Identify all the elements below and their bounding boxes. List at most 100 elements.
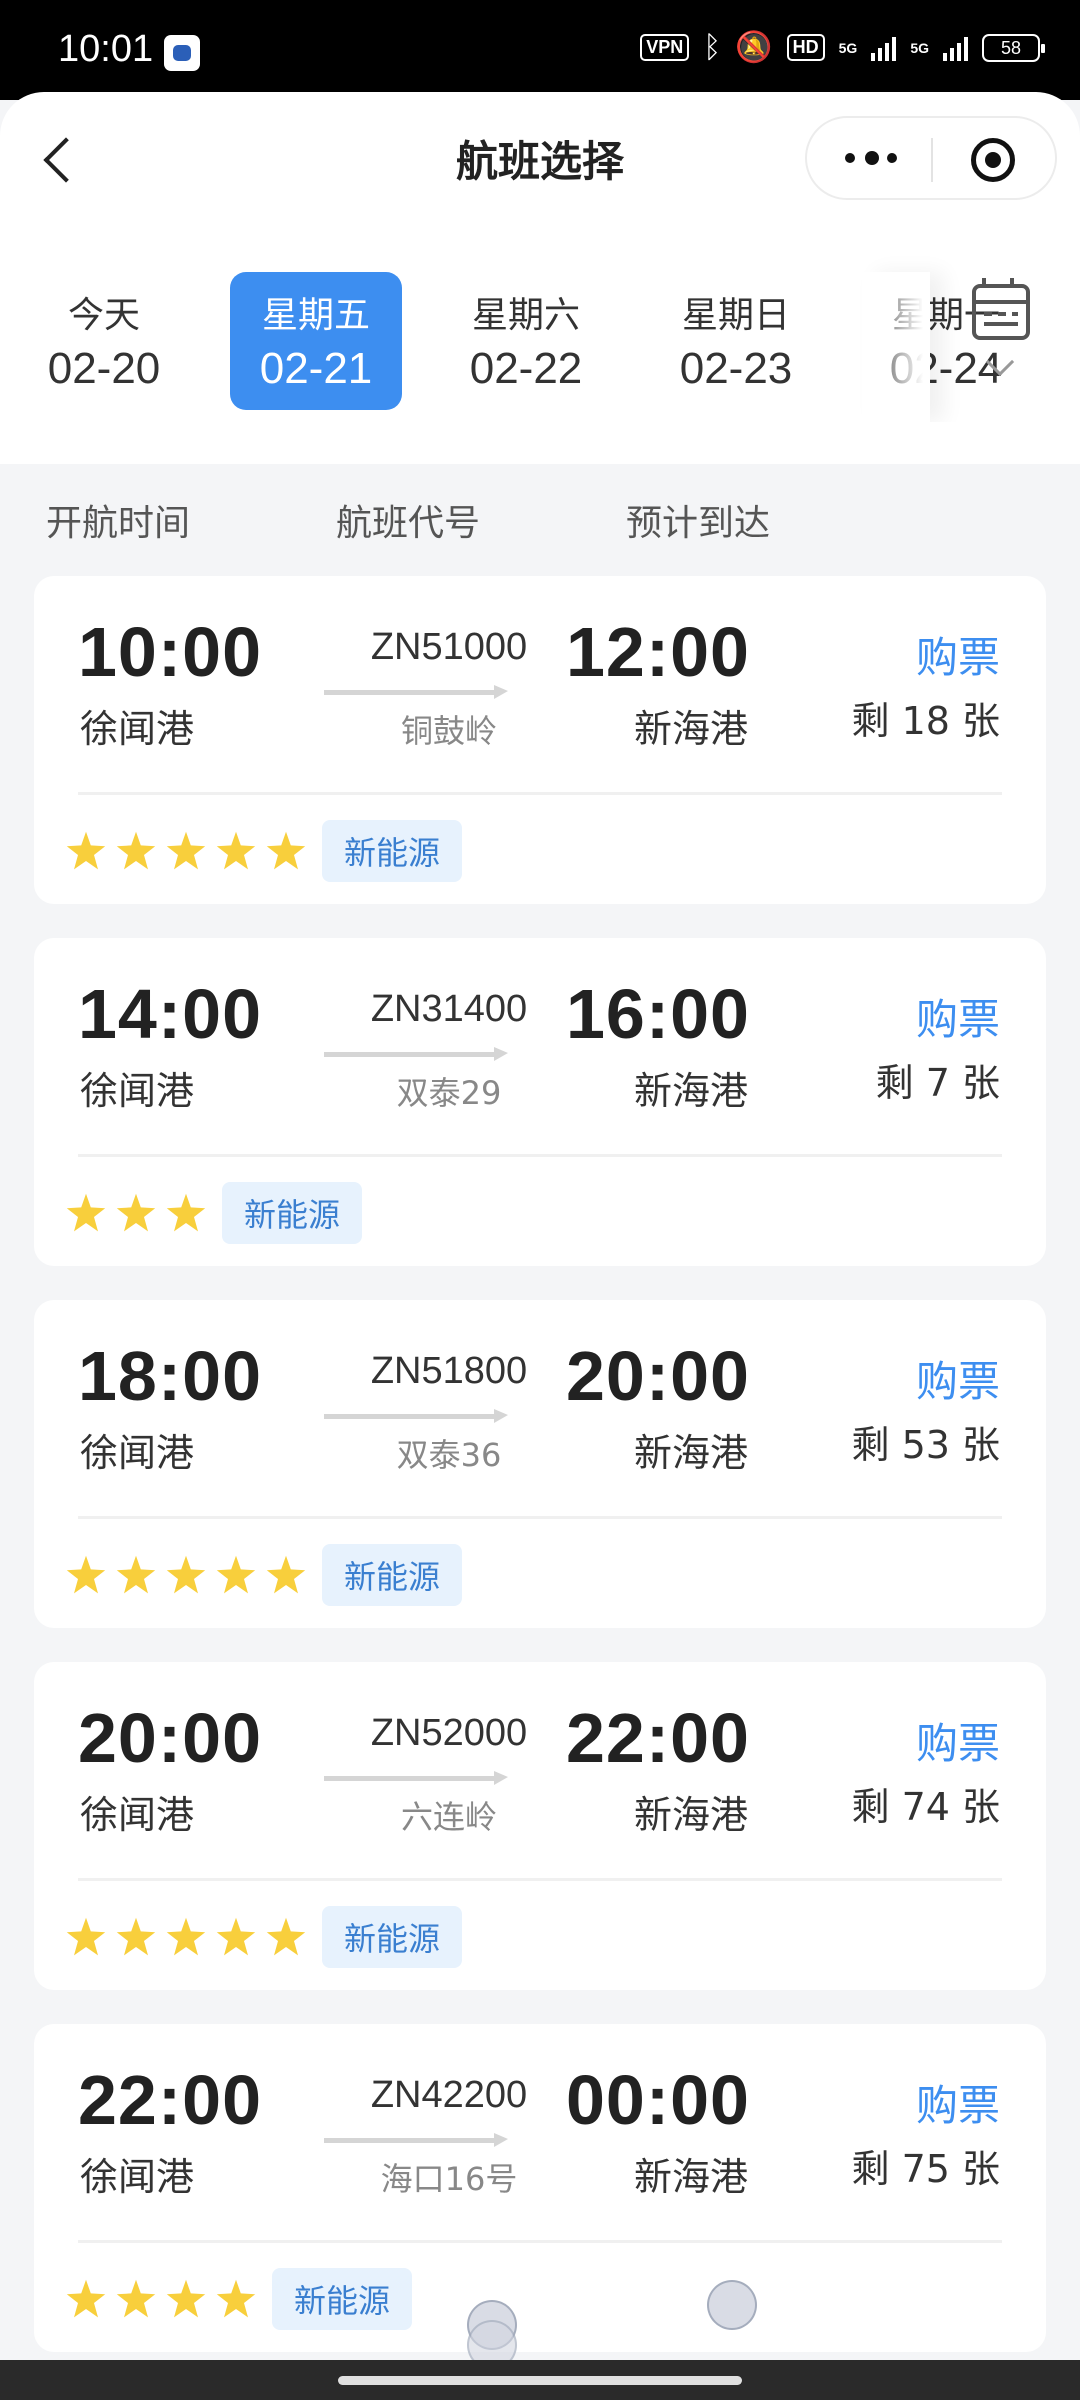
- calendar-icon: [972, 278, 1030, 340]
- vpn-icon: VPN: [640, 34, 690, 61]
- date-tab[interactable]: 今天 02-20: [18, 272, 190, 410]
- card-divider: [78, 1878, 1002, 1881]
- app-notification-icon: [164, 35, 200, 71]
- ship-name: 六连岭: [400, 1798, 497, 1836]
- date-tab[interactable]: 星期六 02-22: [440, 272, 612, 410]
- new-energy-tag: 新能源: [322, 1544, 463, 1606]
- flight-card[interactable]: 20:00 徐闻港 ZN52000 六连岭 22:00 新海港 购票 剩 74 …: [34, 1662, 1046, 1990]
- departure-time: 14:00: [78, 975, 263, 1053]
- departure-time: 18:00: [78, 1337, 263, 1415]
- star-icon: [166, 1193, 206, 1232]
- hd-icon: HD: [786, 34, 825, 61]
- departure-time: 20:00: [78, 1699, 263, 1777]
- seats-remaining: 剩 74 张: [851, 1785, 1000, 1829]
- star-icon: [116, 1193, 156, 1232]
- arrival-port: 新海港: [633, 2155, 748, 2199]
- flight-number: ZN51800: [370, 1350, 528, 1392]
- card-footer: 新能源: [66, 1544, 463, 1606]
- buy-ticket-button[interactable]: 购票: [916, 986, 1000, 1047]
- card-footer: 新能源: [66, 820, 463, 882]
- date-value: 02-23: [679, 344, 793, 393]
- new-energy-tag: 新能源: [322, 820, 463, 882]
- ship-name: 双泰29: [396, 1074, 502, 1112]
- rating-stars: [66, 1555, 306, 1595]
- star-icon: [66, 1193, 106, 1232]
- date-weekday: 今天: [67, 295, 140, 336]
- buy-ticket-button[interactable]: 购票: [916, 1348, 1000, 1409]
- star-icon: [116, 1917, 156, 1956]
- signal-icon: [871, 35, 897, 61]
- date-weekday: 星期日: [681, 295, 790, 336]
- column-headers: 开航时间 航班代号 预计到达: [0, 464, 1080, 574]
- star-icon: [116, 1555, 156, 1594]
- flight-card[interactable]: 14:00 徐闻港 ZN31400 双泰29 16:00 新海港 购票 剩 7 …: [34, 938, 1046, 1266]
- card-divider: [78, 1154, 1002, 1157]
- star-icon: [216, 831, 256, 870]
- seats-remaining: 剩 75 张: [851, 2147, 1000, 2191]
- departure-port: 徐闻港: [80, 2155, 195, 2199]
- flight-card[interactable]: 18:00 徐闻港 ZN51800 双泰36 20:00 新海港 购票 剩 53…: [34, 1300, 1046, 1628]
- home-gesture-bar[interactable]: [0, 2360, 1080, 2400]
- star-icon: [216, 1555, 256, 1594]
- card-divider: [78, 1516, 1002, 1519]
- star-icon: [166, 1555, 206, 1594]
- buy-ticket-button[interactable]: 购票: [916, 624, 1000, 685]
- date-selector: 今天 02-20 星期五 02-21 星期六 02-22 星期日 02-23 星…: [0, 182, 1080, 422]
- date-value: 02-22: [469, 344, 583, 393]
- route-arrow-icon: [324, 1771, 508, 1785]
- date-tab-selected[interactable]: 星期五 02-21: [230, 272, 402, 410]
- ship-name: 铜鼓岭: [400, 712, 497, 750]
- arrival-time: 16:00: [565, 975, 750, 1053]
- date-weekday: 星期六: [471, 295, 580, 336]
- departure-time: 22:00: [78, 2061, 263, 2139]
- star-icon: [266, 1917, 306, 1956]
- more-dots-icon[interactable]: [845, 146, 899, 170]
- bluetooth-icon: ᛒ: [703, 30, 722, 64]
- arrival-port: 新海港: [633, 1431, 748, 1475]
- bell-muted-icon: 🔕: [735, 31, 773, 64]
- arrival-port: 新海港: [633, 707, 748, 751]
- date-weekday: 星期五: [261, 295, 370, 336]
- ship-name: 双泰36: [396, 1436, 502, 1474]
- calendar-button[interactable]: [970, 278, 1034, 394]
- departure-port: 徐闻港: [80, 1069, 195, 1113]
- rating-stars: [66, 831, 306, 871]
- flight-list: 10:00 徐闻港 ZN51000 铜鼓岭 12:00 新海港 购票 剩 18 …: [34, 576, 1046, 2386]
- card-divider: [78, 2240, 1002, 2243]
- date-tab[interactable]: 星期日 02-23: [650, 272, 822, 410]
- status-bar: 10:01 VPN ᛒ 🔕 HD 5G 5G 58: [0, 0, 1080, 100]
- star-icon: [266, 1555, 306, 1594]
- buy-ticket-button[interactable]: 购票: [916, 1710, 1000, 1771]
- column-header-arrival: 预计到达: [626, 503, 771, 544]
- rating-stars: [66, 1917, 306, 1957]
- network-type-1: 5G: [838, 39, 858, 56]
- rating-stars: [66, 1193, 206, 1233]
- column-header-departure: 开航时间: [46, 503, 191, 544]
- card-footer: 新能源: [66, 2268, 413, 2330]
- card-divider: [78, 792, 1002, 795]
- status-icons: VPN ᛒ 🔕 HD 5G 5G 58: [640, 30, 1045, 65]
- route-arrow-icon: [324, 2133, 508, 2147]
- signal-icon: [943, 35, 968, 61]
- route-arrow-icon: [324, 1047, 508, 1061]
- buy-ticket-button[interactable]: 购票: [916, 2072, 1000, 2133]
- departure-port: 徐闻港: [80, 1793, 195, 1837]
- rating-stars: [66, 2279, 256, 2319]
- star-icon: [166, 2279, 206, 2318]
- star-icon: [216, 2279, 256, 2318]
- star-icon: [166, 831, 206, 870]
- record-target-icon[interactable]: [971, 138, 1015, 182]
- flight-card[interactable]: 10:00 徐闻港 ZN51000 铜鼓岭 12:00 新海港 购票 剩 18 …: [34, 576, 1046, 904]
- floating-touch-bubble[interactable]: [707, 2280, 757, 2330]
- seats-remaining: 剩 18 张: [851, 699, 1000, 743]
- star-icon: [66, 831, 106, 870]
- star-icon: [266, 831, 306, 870]
- status-time: 10:01: [58, 28, 154, 70]
- arrival-port: 新海港: [633, 1793, 748, 1837]
- flight-number: ZN52000: [370, 1712, 528, 1754]
- new-energy-tag: 新能源: [272, 2268, 413, 2330]
- star-icon: [116, 2279, 156, 2318]
- battery-icon: 58: [982, 33, 1045, 62]
- flight-card[interactable]: 22:00 徐闻港 ZN42200 海口16号 00:00 新海港 购票 剩 7…: [34, 2024, 1046, 2352]
- seats-remaining: 剩 7 张: [875, 1061, 1000, 1105]
